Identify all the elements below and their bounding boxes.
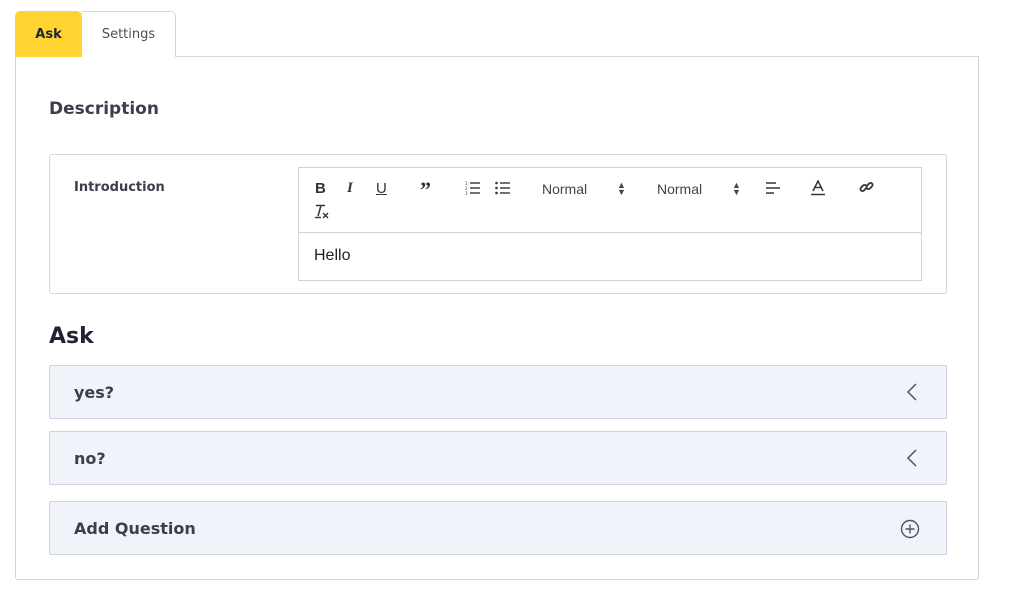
- select-arrows-icon: ▲ ▼: [617, 180, 626, 197]
- bold-icon[interactable]: B: [315, 181, 326, 196]
- tab-ask[interactable]: Ask: [15, 11, 82, 57]
- chevron-left-icon[interactable]: [906, 449, 918, 471]
- link-icon[interactable]: [859, 180, 874, 195]
- introduction-label: Introduction: [74, 180, 165, 195]
- question-label: yes?: [74, 383, 115, 402]
- editor-content[interactable]: Hello: [314, 247, 350, 265]
- select-arrows-icon: ▲ ▼: [732, 180, 741, 197]
- bullet-list-icon[interactable]: [495, 181, 510, 195]
- add-question-button[interactable]: Add Question: [49, 501, 947, 555]
- plus-circle-icon[interactable]: [900, 519, 920, 543]
- align-icon[interactable]: [766, 182, 780, 194]
- chevron-left-icon[interactable]: [906, 383, 918, 405]
- underline-icon[interactable]: U: [376, 181, 387, 196]
- italic-icon[interactable]: I: [347, 181, 353, 196]
- tab-bar: Ask Settings: [15, 11, 176, 57]
- question-row-no[interactable]: no?: [49, 431, 947, 485]
- question-label: no?: [74, 449, 106, 468]
- rich-text-editor: B I U ” 123 Normal ▲ ▼ Normal ▲ ▼ Hello: [298, 167, 922, 281]
- description-heading: Description: [49, 99, 159, 119]
- question-row-yes[interactable]: yes?: [49, 365, 947, 419]
- size-select[interactable]: Normal ▲ ▼: [657, 180, 747, 198]
- ask-panel: Description Introduction B I U ” 123 Nor…: [15, 56, 979, 580]
- header-select[interactable]: Normal ▲ ▼: [542, 180, 632, 198]
- add-question-label: Add Question: [74, 519, 196, 538]
- blockquote-icon[interactable]: ”: [420, 179, 431, 201]
- tab-settings[interactable]: Settings: [82, 11, 176, 57]
- svg-text:3: 3: [465, 191, 468, 195]
- text-color-icon[interactable]: [811, 180, 825, 196]
- ordered-list-icon[interactable]: 123: [465, 181, 480, 195]
- clear-format-icon[interactable]: [315, 204, 329, 219]
- ask-heading: Ask: [49, 324, 94, 349]
- editor-toolbar: B I U ” 123 Normal ▲ ▼ Normal ▲ ▼: [299, 168, 921, 233]
- description-card: Introduction B I U ” 123 Normal ▲ ▼ Norma…: [49, 154, 947, 294]
